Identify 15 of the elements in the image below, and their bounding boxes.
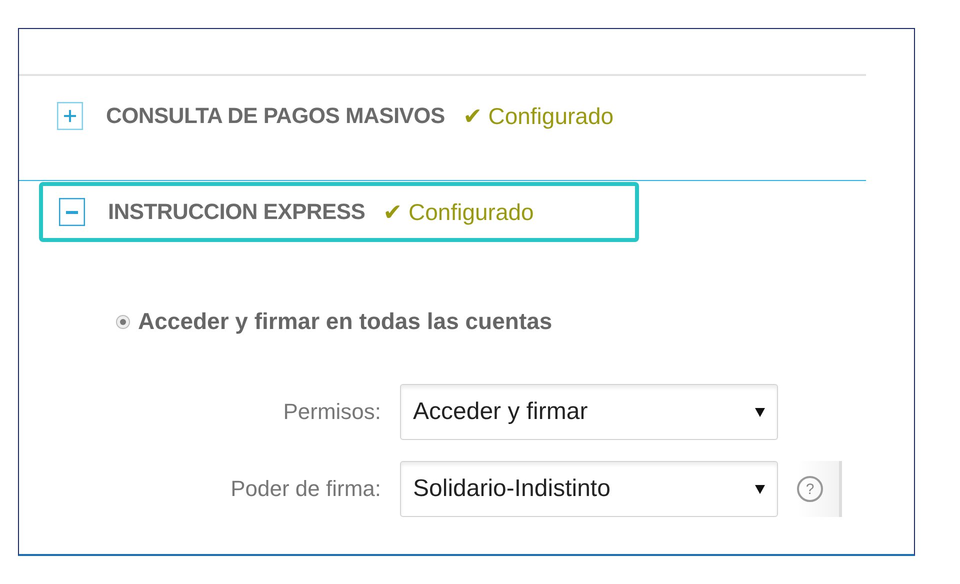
expand-icon[interactable] [57, 102, 83, 130]
radio-button[interactable] [116, 314, 130, 328]
field-label: Poder de firma: [230, 476, 381, 502]
collapse-icon[interactable] [59, 198, 85, 226]
field-label: Permisos: [283, 399, 381, 425]
help-button[interactable]: ? [797, 476, 823, 502]
dropdown[interactable]: Solidario-Indistinto [400, 461, 778, 517]
status-label: ✔ Configurado [462, 102, 614, 130]
caret-icon [755, 407, 765, 417]
caret-icon [755, 484, 765, 494]
section-title[interactable]: CONSULTA DE PAGOS MASIVOS [106, 103, 445, 129]
status-label: ✔ Configurado [383, 198, 534, 226]
option-label: Acceder y firmar en todas las cuentas [138, 308, 552, 335]
dropdown[interactable]: Acceder y firmar [400, 384, 778, 440]
section-title[interactable]: INSTRUCCION EXPRESS [108, 199, 366, 225]
